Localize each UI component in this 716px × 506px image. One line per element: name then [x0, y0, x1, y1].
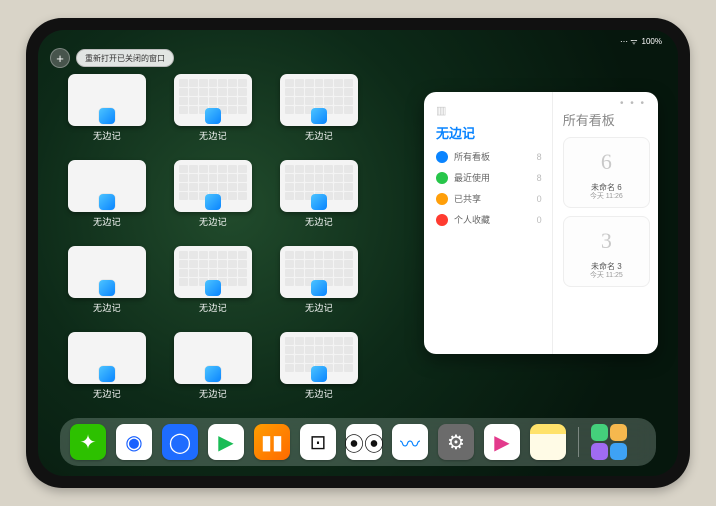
ipad-bezel: ⋯ ᯤ 100% + 重新打开已关闭的窗口 无边记无边记无边记无边记无边记无边记…: [26, 18, 690, 488]
sidebar-item-count: 8: [537, 152, 542, 162]
board-thumbnail: 6: [586, 143, 626, 181]
app-tile-label: 无边记: [305, 215, 333, 228]
dock-app-freeform[interactable]: 〰: [392, 424, 428, 460]
app-tile-label: 无边记: [93, 129, 121, 142]
app-tile-label: 无边记: [305, 129, 333, 142]
sidebar-item-label: 已共享: [454, 192, 481, 205]
board-card[interactable]: 6 未命名 6今天 11:26: [563, 137, 650, 208]
sidebar-item-count: 0: [537, 215, 542, 225]
dock-app-video-2[interactable]: ▶: [484, 424, 520, 460]
app-switcher-tile[interactable]: 无边记: [174, 246, 252, 314]
board-time: 今天 11:26: [590, 193, 623, 200]
sidebar-item-count: 8: [537, 173, 542, 183]
app-switcher-tile[interactable]: 无边记: [68, 246, 146, 314]
dock-app-barbell[interactable]: ⦿⦿: [346, 424, 382, 460]
battery-status: 100%: [642, 37, 662, 46]
status-bar: ⋯ ᯤ 100%: [38, 34, 678, 48]
sidebar-item[interactable]: 所有看板 8: [436, 150, 542, 163]
board-name: 未命名 6: [591, 183, 622, 192]
app-tile-label: 无边记: [305, 301, 333, 314]
new-window-button[interactable]: +: [50, 48, 70, 68]
dock-divider: [578, 427, 579, 457]
app-switcher-tile[interactable]: 无边记: [174, 332, 252, 400]
dock-app-qqbrowser[interactable]: ◯: [162, 424, 198, 460]
app-switcher-tile[interactable]: 无边记: [68, 332, 146, 400]
dock-app-settings[interactable]: ⚙: [438, 424, 474, 460]
app-tile-label: 无边记: [93, 387, 121, 400]
board-card[interactable]: 3 未命名 3今天 11:25: [563, 216, 650, 287]
sidebar-item-label: 最近使用: [454, 171, 490, 184]
dock-app-video-1[interactable]: ▶: [208, 424, 244, 460]
sidebar-title: 无边记: [436, 123, 542, 142]
dock-app-game[interactable]: ⊡: [300, 424, 336, 460]
dock: ✦ ◉ ◯ ▶ ▮▮ ⊡ ⦿⦿ 〰 ⚙ ▶: [60, 418, 656, 466]
app-tile-label: 无边记: [199, 129, 227, 142]
dock-app-quark-hd[interactable]: ◉: [116, 424, 152, 460]
sidebar-icon[interactable]: ▥: [436, 104, 542, 117]
board-name: 未命名 3: [591, 262, 622, 271]
freeform-sidebar-popover: • • • ▥ 无边记 所有看板 8 最近使用 8 已共享 0 个人收藏 0 所有看板 6 未命…: [424, 92, 658, 354]
app-tile-label: 无边记: [93, 215, 121, 228]
wifi-icon: ⋯ ᯤ: [620, 36, 638, 47]
reopen-closed-window-pill[interactable]: 重新打开已关闭的窗口: [76, 49, 174, 67]
boards-header: 所有看板: [563, 110, 650, 129]
sidebar-item[interactable]: 已共享 0: [436, 192, 542, 205]
app-tile-label: 无边记: [199, 215, 227, 228]
dock-app-notes[interactable]: [530, 424, 566, 460]
sidebar-item[interactable]: 个人收藏 0: [436, 213, 542, 226]
app-switcher-tile[interactable]: 无边记: [280, 246, 358, 314]
more-icon[interactable]: • • •: [620, 98, 646, 109]
app-tile-label: 无边记: [199, 301, 227, 314]
app-tile-label: 无边记: [305, 387, 333, 400]
board-thumbnail: 3: [586, 222, 626, 260]
sidebar-item-label: 个人收藏: [454, 213, 490, 226]
app-tile-label: 无边记: [199, 387, 227, 400]
app-switcher-tile[interactable]: 无边记: [280, 332, 358, 400]
app-switcher-tile[interactable]: 无边记: [280, 160, 358, 228]
app-switcher-tile[interactable]: 无边记: [68, 160, 146, 228]
dock-app-wechat[interactable]: ✦: [70, 424, 106, 460]
app-switcher-tile[interactable]: 无边记: [174, 160, 252, 228]
sidebar-item-count: 0: [537, 194, 542, 204]
dock-app-books[interactable]: ▮▮: [254, 424, 290, 460]
sidebar-item-label: 所有看板: [454, 150, 490, 163]
app-switcher-tile[interactable]: 无边记: [280, 74, 358, 142]
app-tile-label: 无边记: [93, 301, 121, 314]
app-switcher-tile[interactable]: 无边记: [68, 74, 146, 142]
sidebar-item[interactable]: 最近使用 8: [436, 171, 542, 184]
board-time: 今天 11:25: [590, 272, 623, 279]
app-switcher-tile[interactable]: 无边记: [174, 74, 252, 142]
app-switcher-grid: 无边记无边记无边记无边记无边记无边记无边记无边记无边记无边记无边记无边记: [68, 74, 393, 400]
app-library-icon[interactable]: [591, 424, 627, 460]
ipad-screen: ⋯ ᯤ 100% + 重新打开已关闭的窗口 无边记无边记无边记无边记无边记无边记…: [38, 30, 678, 476]
